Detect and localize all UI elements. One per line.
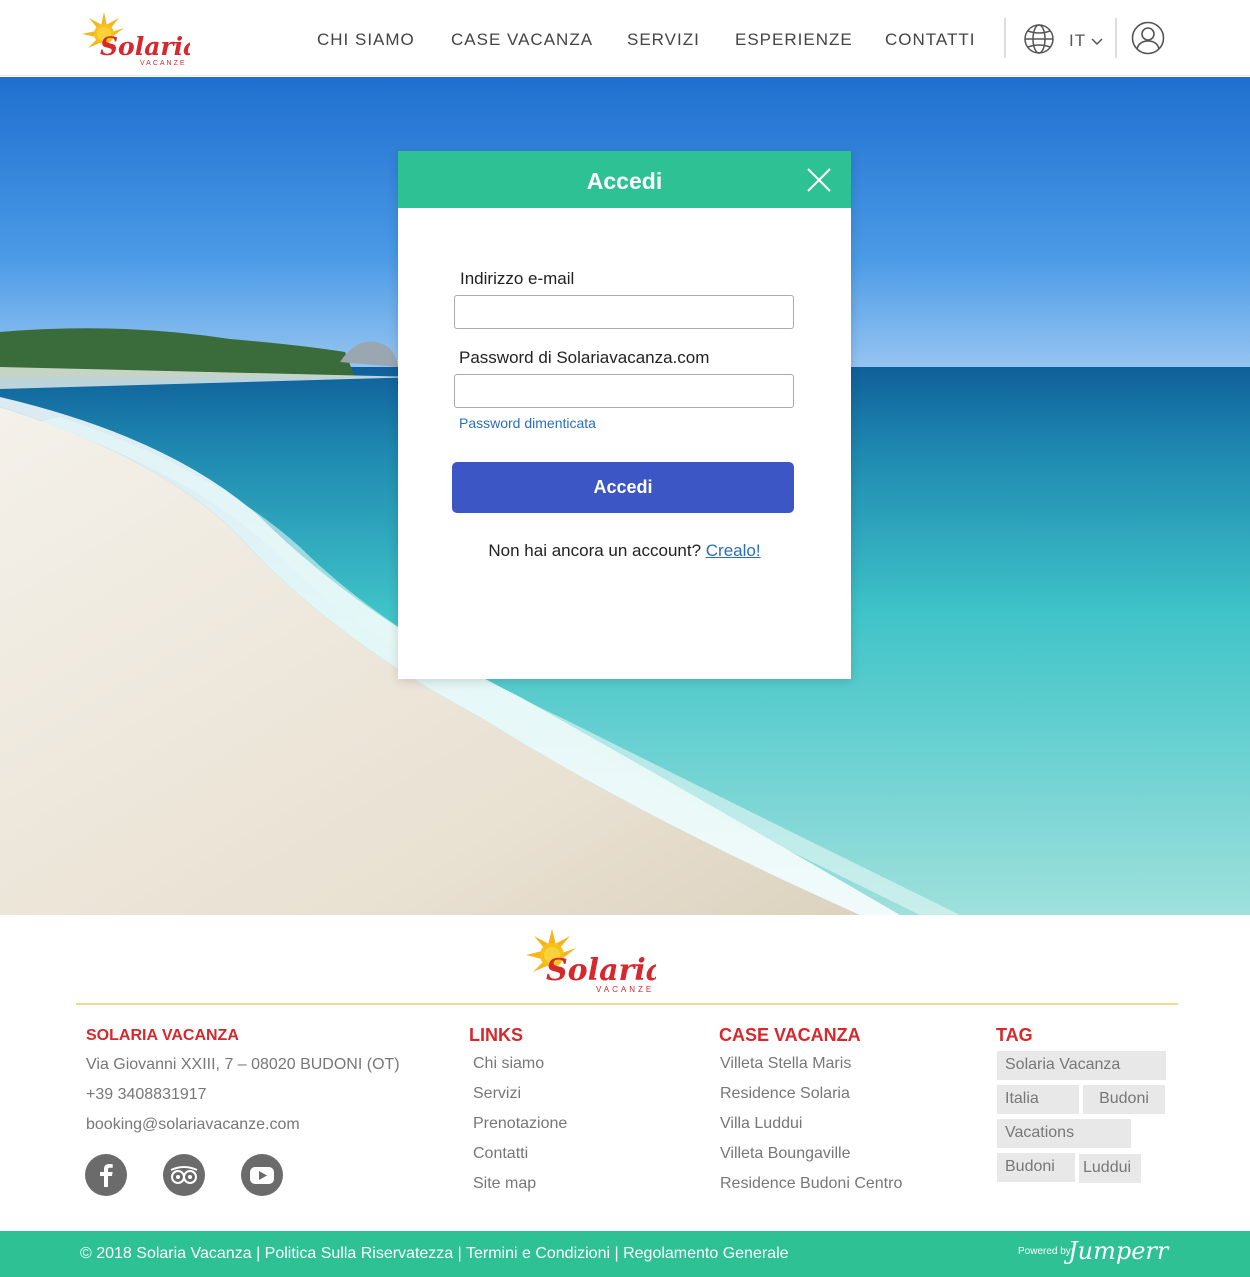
main-nav: CHI SIAMO CASE VACANZA SERVIZI ESPERIENZ… — [0, 30, 1250, 54]
footer-house-link[interactable]: Villa Luddui — [720, 1115, 802, 1133]
tag-chip[interactable]: Vacations — [997, 1119, 1131, 1148]
password-label: Password di Solariavacanza.com — [459, 348, 710, 367]
facebook-link[interactable] — [85, 1154, 127, 1196]
site-footer: Solaria VACANZE SOLARIA VACANZA Via Giov… — [0, 915, 1250, 1231]
sun-logo-icon: Solaria VACANZE — [526, 929, 665, 994]
youtube-icon — [250, 1167, 274, 1184]
separator: | — [457, 1245, 466, 1262]
footer-link-prenotazione[interactable]: Prenotazione — [473, 1115, 567, 1133]
footer-logo[interactable]: Solaria VACANZE — [522, 925, 665, 995]
rules-link[interactable]: Regolamento Generale — [623, 1245, 788, 1262]
modal-title: Accedi — [586, 168, 663, 194]
company-email[interactable]: booking@solariavacanze.com — [86, 1116, 300, 1134]
tripadvisor-link[interactable] — [163, 1154, 205, 1196]
nav-servizi[interactable]: SERVIZI — [627, 30, 700, 50]
houses-title: CASE VACANZA — [719, 1025, 861, 1045]
nav-chi-siamo[interactable]: CHI SIAMO — [317, 30, 415, 50]
bottom-bar: © 2018 Solaria Vacanza | Politica Sulla … — [0, 1231, 1250, 1277]
signup-text: Non hai ancora un account? — [488, 541, 702, 560]
footer-link-servizi[interactable]: Servizi — [473, 1085, 521, 1103]
facebook-icon — [100, 1164, 113, 1187]
tag-chip[interactable]: Italia — [997, 1085, 1079, 1114]
tag-chip[interactable]: Luddui — [1079, 1154, 1141, 1183]
login-button[interactable]: Accedi — [452, 462, 794, 513]
modal-header: Accedi — [398, 151, 851, 208]
footer-link-site-map[interactable]: Site map — [473, 1175, 536, 1193]
tags-title: TAG — [996, 1025, 1033, 1045]
footer-link-contatti[interactable]: Contatti — [473, 1145, 528, 1163]
footer-house-link[interactable]: Residence Budoni Centro — [720, 1175, 902, 1193]
separator: | — [614, 1245, 624, 1262]
nav-esperienze[interactable]: ESPERIENZE — [735, 30, 853, 50]
terms-link[interactable]: Termini e Condizioni — [466, 1245, 610, 1262]
svg-text:Solaria: Solaria — [546, 953, 656, 988]
company-phone[interactable]: +39 3408831917 — [86, 1086, 207, 1104]
email-label: Indirizzo e-mail — [460, 269, 575, 288]
chevron-down-icon[interactable] — [1091, 36, 1103, 46]
footer-divider — [76, 1003, 1178, 1005]
privacy-link[interactable]: Politica Sulla Riservatezza — [265, 1245, 454, 1262]
svg-text:VACANZE: VACANZE — [140, 60, 187, 67]
links-title: LINKS — [469, 1025, 523, 1045]
signup-link[interactable]: Crealo! — [706, 541, 761, 560]
password-field[interactable] — [454, 374, 794, 408]
separator: | — [256, 1245, 265, 1262]
powered-by-label: Powered by: — [1018, 1246, 1074, 1257]
company-title: SOLARIA VACANZA — [86, 1027, 239, 1044]
tag-chip[interactable]: Budoni — [1083, 1085, 1165, 1114]
login-modal: Accedi Indirizzo e-mail Password di Sola… — [398, 151, 851, 679]
youtube-link[interactable] — [241, 1154, 283, 1196]
signup-prompt: Non hai ancora un account? Crealo! — [398, 541, 851, 561]
email-field[interactable] — [454, 295, 794, 329]
globe-icon[interactable] — [1023, 23, 1055, 55]
company-address: Via Giovanni XXIII, 7 – 08020 BUDONI (OT… — [86, 1056, 400, 1073]
nav-contatti[interactable]: CONTATTI — [885, 30, 975, 50]
copyright-text: © 2018 Solaria Vacanza — [80, 1245, 252, 1262]
language-selector[interactable]: IT — [1069, 31, 1086, 51]
svg-text:VACANZE: VACANZE — [596, 985, 654, 994]
tripadvisor-icon — [170, 1166, 198, 1184]
nav-case-vacanza[interactable]: CASE VACANZA — [451, 30, 593, 50]
legal-links: © 2018 Solaria Vacanza | Politica Sulla … — [80, 1245, 789, 1263]
close-icon[interactable] — [806, 167, 832, 193]
footer-link-chi-siamo[interactable]: Chi siamo — [473, 1055, 544, 1073]
tag-chip[interactable]: Solaria Vacanza — [997, 1051, 1166, 1080]
footer-house-link[interactable]: Villeta Boungaville — [720, 1145, 850, 1163]
site-header: Solaria VACANZE CHI SIAMO CASE VACANZA S… — [0, 0, 1250, 76]
tag-chip[interactable]: Budoni — [997, 1153, 1075, 1182]
footer-house-link[interactable]: Villeta Stella Maris — [720, 1055, 851, 1073]
nav-divider — [1115, 18, 1117, 58]
nav-divider — [1004, 18, 1006, 58]
forgot-password-link[interactable]: Password dimenticata — [459, 415, 596, 431]
powered-by-brand-logo[interactable]: Jumperr — [1068, 1237, 1168, 1265]
user-icon[interactable] — [1131, 21, 1165, 55]
footer-house-link[interactable]: Residence Solaria — [720, 1085, 850, 1103]
